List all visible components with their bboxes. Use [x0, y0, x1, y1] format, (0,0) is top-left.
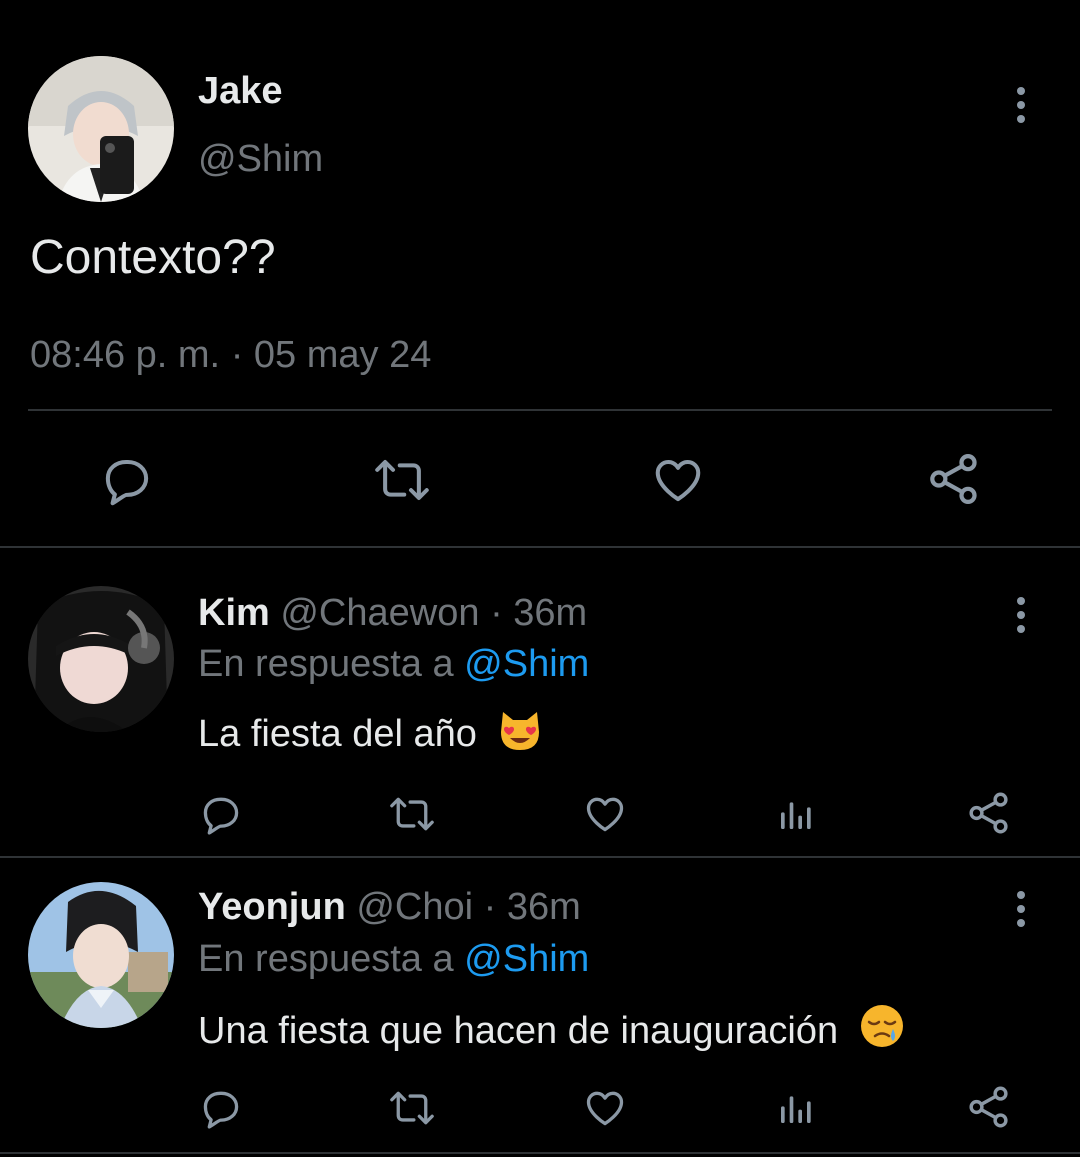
more-options-icon[interactable] — [1015, 891, 1027, 927]
replying-to-label: En respuesta a — [198, 643, 454, 685]
reply-text-row: Una fiesta que hacen de inauguración — [198, 1003, 905, 1059]
tweet-date: 05 may 24 — [253, 334, 432, 376]
reply-icon[interactable] — [199, 1086, 243, 1130]
reply-text: La fiesta del año — [198, 713, 477, 755]
smiling-cat-heart-eyes-icon — [497, 708, 543, 762]
like-icon[interactable] — [582, 792, 628, 836]
separator-dot: · — [490, 592, 503, 634]
divider — [0, 1152, 1080, 1154]
tweet-text: Contexto?? — [30, 231, 276, 284]
author-handle[interactable]: @Chaewon — [280, 592, 479, 634]
share-icon[interactable] — [966, 790, 1012, 836]
author-handle[interactable]: @Shim — [198, 138, 323, 181]
reply-text-row: La fiesta del año — [198, 708, 543, 762]
replying-to: En respuesta a @Shim — [198, 938, 589, 981]
divider — [0, 546, 1080, 548]
avatar[interactable] — [28, 586, 174, 732]
like-icon[interactable] — [582, 1086, 628, 1130]
author-name[interactable]: Kim — [198, 592, 270, 634]
divider — [28, 409, 1052, 411]
avatar[interactable] — [28, 56, 174, 202]
reply-age: 36m — [513, 592, 588, 634]
tweet-timestamp: 08:46 p. m. · 05 may 24 — [30, 334, 431, 377]
retweet-icon[interactable] — [388, 1086, 436, 1130]
reply-icon[interactable] — [199, 792, 243, 836]
reply-header: Yeonjun @Choi · 36m — [198, 886, 581, 929]
replying-to-label: En respuesta a — [198, 938, 454, 980]
views-icon[interactable] — [776, 794, 816, 834]
views-icon[interactable] — [776, 1088, 816, 1128]
retweet-icon[interactable] — [372, 453, 432, 507]
replying-to-handle[interactable]: @Shim — [464, 938, 589, 980]
separator-dot: · — [483, 886, 497, 928]
replying-to: En respuesta a @Shim — [198, 643, 589, 686]
author-name[interactable]: Jake — [198, 70, 283, 113]
reply-icon[interactable] — [100, 453, 154, 507]
more-options-icon[interactable] — [1015, 597, 1027, 633]
author-handle[interactable]: @Choi — [356, 886, 473, 928]
like-icon[interactable] — [650, 453, 706, 507]
share-icon[interactable] — [966, 1084, 1012, 1130]
more-options-icon[interactable] — [1015, 87, 1027, 123]
reply-text: Una fiesta que hacen de inauguración — [198, 1010, 839, 1052]
retweet-icon[interactable] — [388, 792, 436, 836]
share-icon[interactable] — [926, 451, 982, 507]
replying-to-handle[interactable]: @Shim — [464, 643, 589, 685]
reply-header: Kim @Chaewon · 36m — [198, 592, 587, 635]
author-name[interactable]: Yeonjun — [198, 886, 346, 928]
tweet-time: 08:46 p. m. — [30, 334, 221, 376]
reply-age: 36m — [506, 886, 581, 928]
sleepy-face-icon — [859, 1003, 905, 1059]
avatar[interactable] — [28, 882, 174, 1028]
separator-dot: · — [230, 334, 244, 376]
divider — [0, 856, 1080, 858]
